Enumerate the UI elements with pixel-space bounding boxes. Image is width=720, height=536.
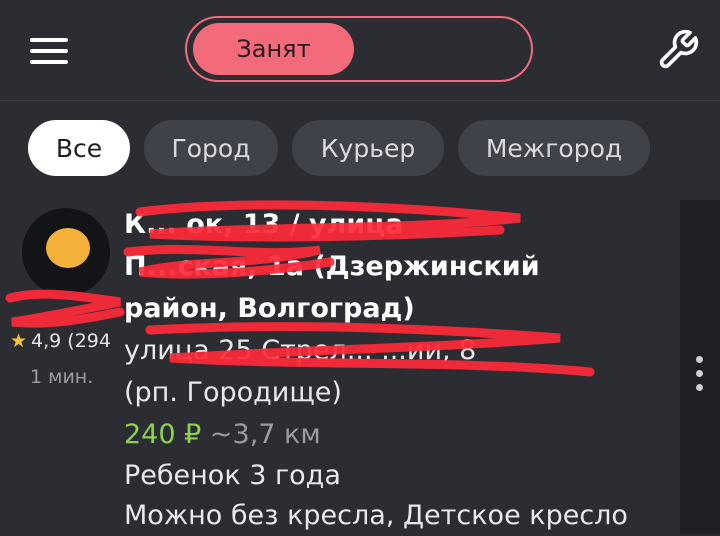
status-busy-button[interactable]: Занят xyxy=(193,23,354,75)
wrench-icon[interactable] xyxy=(656,28,700,72)
star-icon: ★ xyxy=(10,330,28,352)
rating-value: 4,9 (294 xyxy=(31,330,111,352)
rating: ★ 4,9 (294 xyxy=(10,330,111,352)
hamburger-menu-icon[interactable] xyxy=(30,38,68,64)
chip-intercity[interactable]: Межгород xyxy=(458,120,650,176)
side-panel xyxy=(680,200,720,534)
price: 240 ₽ xyxy=(124,419,202,450)
order-card[interactable]: ★ 4,9 (294 1 мин. К... ок, 13 / улица П..… xyxy=(0,200,680,534)
header-divider xyxy=(0,100,720,101)
price-line: 240 ₽ ~3,7 км xyxy=(124,414,680,456)
comment-line-1: Ребенок 3 года xyxy=(124,460,341,491)
from-address-line-3: район, Волгоград) xyxy=(124,293,415,324)
order-time: 1 мин. xyxy=(30,366,94,388)
from-address-line-1: К... ок, 13 / улица xyxy=(124,209,404,240)
order-details: К... ок, 13 / улица П...ская, 1а (Дзержи… xyxy=(124,204,680,536)
to-address-line-2: (рп. Городище) xyxy=(124,377,342,408)
avatar xyxy=(22,208,110,296)
status-toggle[interactable]: Занят xyxy=(185,16,533,82)
distance: ~3,7 км xyxy=(209,419,321,450)
comment-line-2: Можно без кресла, Детское кресло xyxy=(124,500,628,531)
more-options-icon[interactable] xyxy=(696,356,704,392)
chip-all[interactable]: Все xyxy=(28,120,130,176)
chip-courier[interactable]: Курьер xyxy=(292,120,444,176)
to-address-line-1: улица 25 Стрел... ...ии, 8 xyxy=(124,335,477,366)
from-address-line-2: П...ская, 1а (Дзержинский xyxy=(124,251,540,282)
top-bar: Занят xyxy=(0,0,720,100)
chip-city[interactable]: Город xyxy=(144,120,278,176)
